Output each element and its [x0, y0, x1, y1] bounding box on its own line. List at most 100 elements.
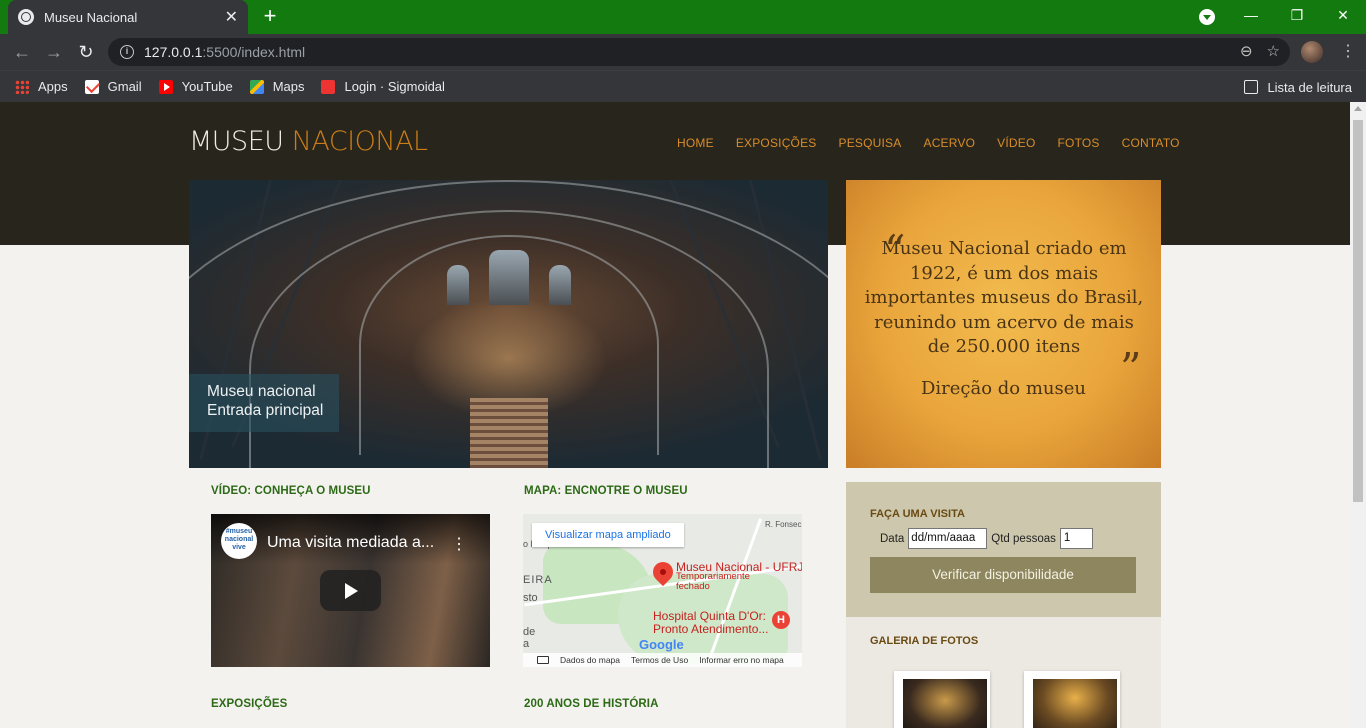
nav-home[interactable]: HOME [677, 136, 714, 150]
hospital-line2: Pronto Atendimento... [653, 622, 769, 636]
report-error-link[interactable]: Informar erro no mapa [699, 655, 784, 665]
close-window-button[interactable]: ✕ [1320, 0, 1366, 30]
nav-pesquisa[interactable]: PESQUISA [839, 136, 902, 150]
reading-list-label: Lista de leitura [1267, 79, 1352, 95]
nav-contato[interactable]: CONTATO [1122, 136, 1180, 150]
bookmarks-bar: Apps Gmail YouTube Maps Login · Sigmoida… [0, 70, 1366, 102]
apps-grid-icon [15, 79, 29, 94]
zoom-icon[interactable]: ⊖ [1240, 42, 1253, 60]
map-label: a [523, 638, 530, 650]
hospital-icon[interactable]: H [772, 611, 790, 629]
gmail-icon [84, 79, 99, 94]
date-label: Data [880, 532, 905, 545]
bookmark-label: Login · Sigmoidal [344, 79, 445, 94]
google-logo: Google [639, 637, 684, 652]
sigmoidal-icon [321, 79, 336, 94]
qty-label: Qtd pessoas [991, 532, 1056, 545]
browser-toolbar: ← → ↻ i 127.0.0.1:5500/index.html ⊖ ☆ [0, 34, 1366, 70]
gallery-photo-image [903, 679, 987, 728]
bookmark-label: YouTube [181, 79, 233, 94]
scrollbar-thumb[interactable] [1353, 120, 1363, 502]
active-tab[interactable]: Museu Nacional ✕ [8, 0, 248, 34]
new-tab-button[interactable]: + [258, 4, 282, 28]
youtube-icon [158, 79, 173, 94]
gallery-title: GALERIA DE FOTOS [870, 635, 979, 647]
bookmark-label: Apps [38, 79, 68, 94]
logo-word-1: MUSEU [189, 126, 284, 157]
url-host: 127.0.0.1 [144, 44, 203, 60]
bookmark-label: Maps [272, 79, 305, 94]
scroll-up-icon[interactable] [1354, 106, 1362, 111]
minimize-button[interactable]: — [1228, 0, 1274, 30]
map-place-status: Temporariamente fechado [676, 571, 750, 592]
tab-search-icon[interactable] [1199, 9, 1215, 25]
gallery-photo[interactable] [1024, 671, 1120, 728]
historia-section-title: 200 ANOS DE HISTÓRIA [524, 698, 659, 710]
play-button[interactable] [320, 570, 381, 611]
keyboard-icon[interactable] [537, 656, 549, 664]
terms-link[interactable]: Termos de Uso [631, 655, 688, 665]
forward-icon[interactable]: → [42, 40, 66, 64]
video-section-title: VÍDEO: CONHEÇA O MUSEU [211, 485, 371, 497]
map-embed[interactable]: R. Fonsec o Parque do Rio EIRA sto de a … [523, 514, 802, 667]
open-larger-map-link[interactable]: Visualizar mapa ampliado [532, 523, 684, 547]
back-icon[interactable]: ← [10, 40, 34, 64]
date-input[interactable]: dd/mm/aaaa [908, 528, 988, 549]
hero-caption: Museu nacional Entrada principal [189, 374, 339, 432]
hero-caption-line1: Museu nacional [207, 383, 316, 400]
browser-menu-icon[interactable]: ⋮ [1338, 42, 1358, 62]
page-viewport: MUSEU NACIONAL HOME EXPOSIÇÕES PESQUISA … [0, 102, 1366, 728]
map-label: de [523, 626, 536, 638]
profile-avatar[interactable] [1301, 41, 1323, 63]
map-data-link[interactable]: Dados do mapa [560, 655, 620, 665]
bookmark-youtube[interactable]: YouTube [158, 79, 233, 94]
channel-avatar[interactable]: #museu nacional vive [221, 523, 257, 559]
map-hospital-label[interactable]: Hospital Quinta D'Or: Pronto Atendimento… [653, 610, 768, 636]
bookmark-sigmoidal[interactable]: Login · Sigmoidal [321, 79, 445, 94]
map-label: R. Fonsec [765, 520, 802, 529]
maps-icon [249, 79, 264, 94]
page-scrollbar[interactable] [1350, 102, 1366, 728]
gallery-photo[interactable] [894, 671, 990, 728]
map-footer: Dados do mapa Termos de Uso Informar err… [523, 653, 802, 667]
map-label: sto [523, 592, 538, 604]
nav-exposicoes[interactable]: EXPOSIÇÕES [736, 136, 817, 150]
gallery-panel: GALERIA DE FOTOS [846, 617, 1161, 728]
visit-panel: FAÇA UMA VISITA Data dd/mm/aaaa Qtd pess… [846, 482, 1161, 617]
video-title[interactable]: Uma visita mediada a... [267, 534, 434, 552]
qty-input[interactable]: 1 [1059, 528, 1093, 549]
nav-acervo[interactable]: ACERVO [923, 136, 975, 150]
tab-strip: Museu Nacional ✕ + — ❐ ✕ [0, 0, 1366, 34]
bookmark-gmail[interactable]: Gmail [84, 79, 142, 94]
site-logo[interactable]: MUSEU NACIONAL [189, 126, 428, 157]
video-embed[interactable]: #museu nacional vive Uma visita mediada … [211, 514, 490, 667]
exposicoes-section-title: EXPOSIÇÕES [211, 698, 288, 710]
close-tab-icon[interactable]: ✕ [225, 7, 238, 27]
hero-window [447, 265, 469, 305]
quote-author: Direção do museu [920, 378, 1087, 399]
bookmark-maps[interactable]: Maps [249, 79, 305, 94]
nav-video[interactable]: VÍDEO [997, 136, 1035, 150]
reload-icon[interactable]: ↻ [74, 40, 98, 64]
logo-word-2: NACIONAL [291, 126, 428, 157]
quote-text: Museu Nacional criado em 1922, é um dos … [864, 238, 1144, 357]
visit-title: FAÇA UMA VISITA [870, 508, 965, 520]
reading-list-button[interactable]: Lista de leitura [1244, 71, 1352, 103]
info-icon[interactable]: i [120, 45, 134, 59]
map-label: EIRA [523, 574, 553, 586]
hero-image: Museu nacional Entrada principal [189, 180, 828, 468]
globe-icon [18, 9, 34, 25]
check-availability-button[interactable]: Verificar disponibilidade [870, 557, 1136, 593]
bookmark-star-icon[interactable]: ☆ [1267, 42, 1280, 60]
tab-title: Museu Nacional [44, 9, 138, 25]
hero-window [549, 265, 571, 305]
hero-window [489, 250, 529, 305]
url-path: :5500/index.html [202, 44, 306, 60]
video-menu-icon[interactable]: ⋮ [451, 534, 467, 554]
hero-caption-line2: Entrada principal [207, 402, 324, 419]
bookmark-apps[interactable]: Apps [15, 79, 68, 94]
nav-fotos[interactable]: FOTOS [1058, 136, 1100, 150]
address-bar[interactable]: i 127.0.0.1:5500/index.html ⊖ ☆ [108, 38, 1290, 66]
url-text: 127.0.0.1:5500/index.html [144, 44, 305, 60]
restore-button[interactable]: ❐ [1274, 0, 1320, 30]
